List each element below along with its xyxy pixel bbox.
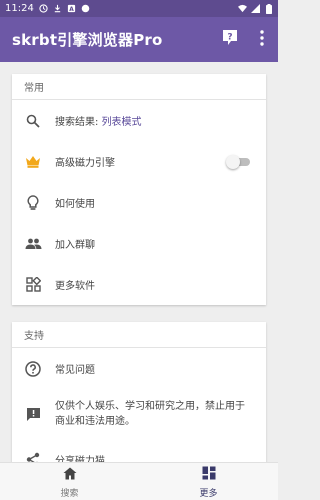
group-icon bbox=[24, 235, 42, 253]
search-result-prefix: 搜索结果: bbox=[55, 117, 102, 128]
more-apps-label: 更多软件 bbox=[55, 281, 95, 292]
nav-search[interactable]: 搜索 bbox=[0, 463, 139, 500]
nav-more[interactable]: 更多 bbox=[139, 463, 278, 500]
help-icon: ? bbox=[222, 29, 238, 50]
lightbulb-icon bbox=[24, 194, 42, 212]
more-vert-icon bbox=[260, 29, 264, 50]
more-options-button[interactable] bbox=[246, 22, 278, 58]
toggle-knob bbox=[226, 154, 240, 169]
svg-text:?: ? bbox=[227, 32, 232, 42]
help-circle-icon bbox=[24, 360, 42, 378]
help-button[interactable]: ? bbox=[214, 22, 246, 58]
status-time: 11:24 bbox=[5, 3, 34, 14]
search-result-mode-label: 搜索结果: 列表模式 bbox=[55, 113, 142, 128]
notification-icon: A bbox=[67, 4, 76, 13]
record-icon bbox=[81, 4, 90, 13]
faq-label: 常见问题 bbox=[55, 365, 95, 376]
disclaimer-label: 仅供个人娱乐、学习和研究之用，禁止用于商业和违法用途。 bbox=[55, 401, 245, 427]
download-icon bbox=[53, 4, 62, 13]
share-icon bbox=[24, 451, 42, 462]
faq-item[interactable]: 常见问题 bbox=[12, 348, 266, 389]
section-common: 常用 搜索结果: 列表模式 高级磁力引擎 如何使用 加入群聊 更多软件 bbox=[12, 74, 266, 305]
wifi-icon bbox=[238, 4, 247, 13]
advanced-engine-item[interactable]: 高级磁力引擎 bbox=[12, 141, 266, 182]
clock-icon bbox=[39, 4, 48, 13]
app-title: skrbt引擎浏览器Pro bbox=[12, 31, 163, 49]
feedback-icon bbox=[24, 405, 42, 423]
advanced-engine-toggle[interactable] bbox=[226, 154, 252, 169]
section-header: 支持 bbox=[12, 322, 266, 348]
how-to-use-item[interactable]: 如何使用 bbox=[12, 182, 266, 223]
dashboard-icon bbox=[202, 465, 216, 484]
share-label: 分享磁力猫 bbox=[55, 456, 105, 462]
search-result-mode-value: 列表模式 bbox=[101, 117, 142, 128]
disclaimer-item[interactable]: 仅供个人娱乐、学习和研究之用，禁止用于商业和违法用途。 bbox=[12, 389, 266, 439]
nav-search-label: 搜索 bbox=[60, 488, 79, 499]
join-group-item[interactable]: 加入群聊 bbox=[12, 223, 266, 264]
section-header: 常用 bbox=[12, 74, 266, 100]
home-icon bbox=[63, 465, 77, 484]
nav-more-label: 更多 bbox=[199, 488, 218, 499]
how-to-use-label: 如何使用 bbox=[55, 199, 95, 210]
signal-icon bbox=[251, 4, 260, 13]
advanced-engine-label: 高级磁力引擎 bbox=[55, 158, 115, 169]
share-item[interactable]: 分享磁力猫 bbox=[12, 439, 266, 462]
bottom-navigation: 搜索 更多 bbox=[0, 462, 278, 500]
more-apps-item[interactable]: 更多软件 bbox=[12, 264, 266, 305]
search-result-mode-item[interactable]: 搜索结果: 列表模式 bbox=[12, 100, 266, 141]
apps-icon bbox=[24, 276, 42, 294]
svg-text:A: A bbox=[69, 7, 74, 13]
app-bar: skrbt引擎浏览器Pro ? bbox=[0, 17, 278, 62]
search-icon bbox=[24, 112, 42, 130]
join-group-label: 加入群聊 bbox=[55, 240, 95, 251]
section-support: 支持 常见问题 仅供个人娱乐、学习和研究之用，禁止用于商业和违法用途。 分享磁力… bbox=[12, 322, 266, 462]
crown-icon bbox=[24, 153, 42, 171]
settings-content[interactable]: 常用 搜索结果: 列表模式 高级磁力引擎 如何使用 加入群聊 更多软件 支持 常… bbox=[0, 62, 278, 462]
battery-icon bbox=[264, 3, 273, 14]
status-bar: 11:24 A bbox=[0, 0, 278, 17]
